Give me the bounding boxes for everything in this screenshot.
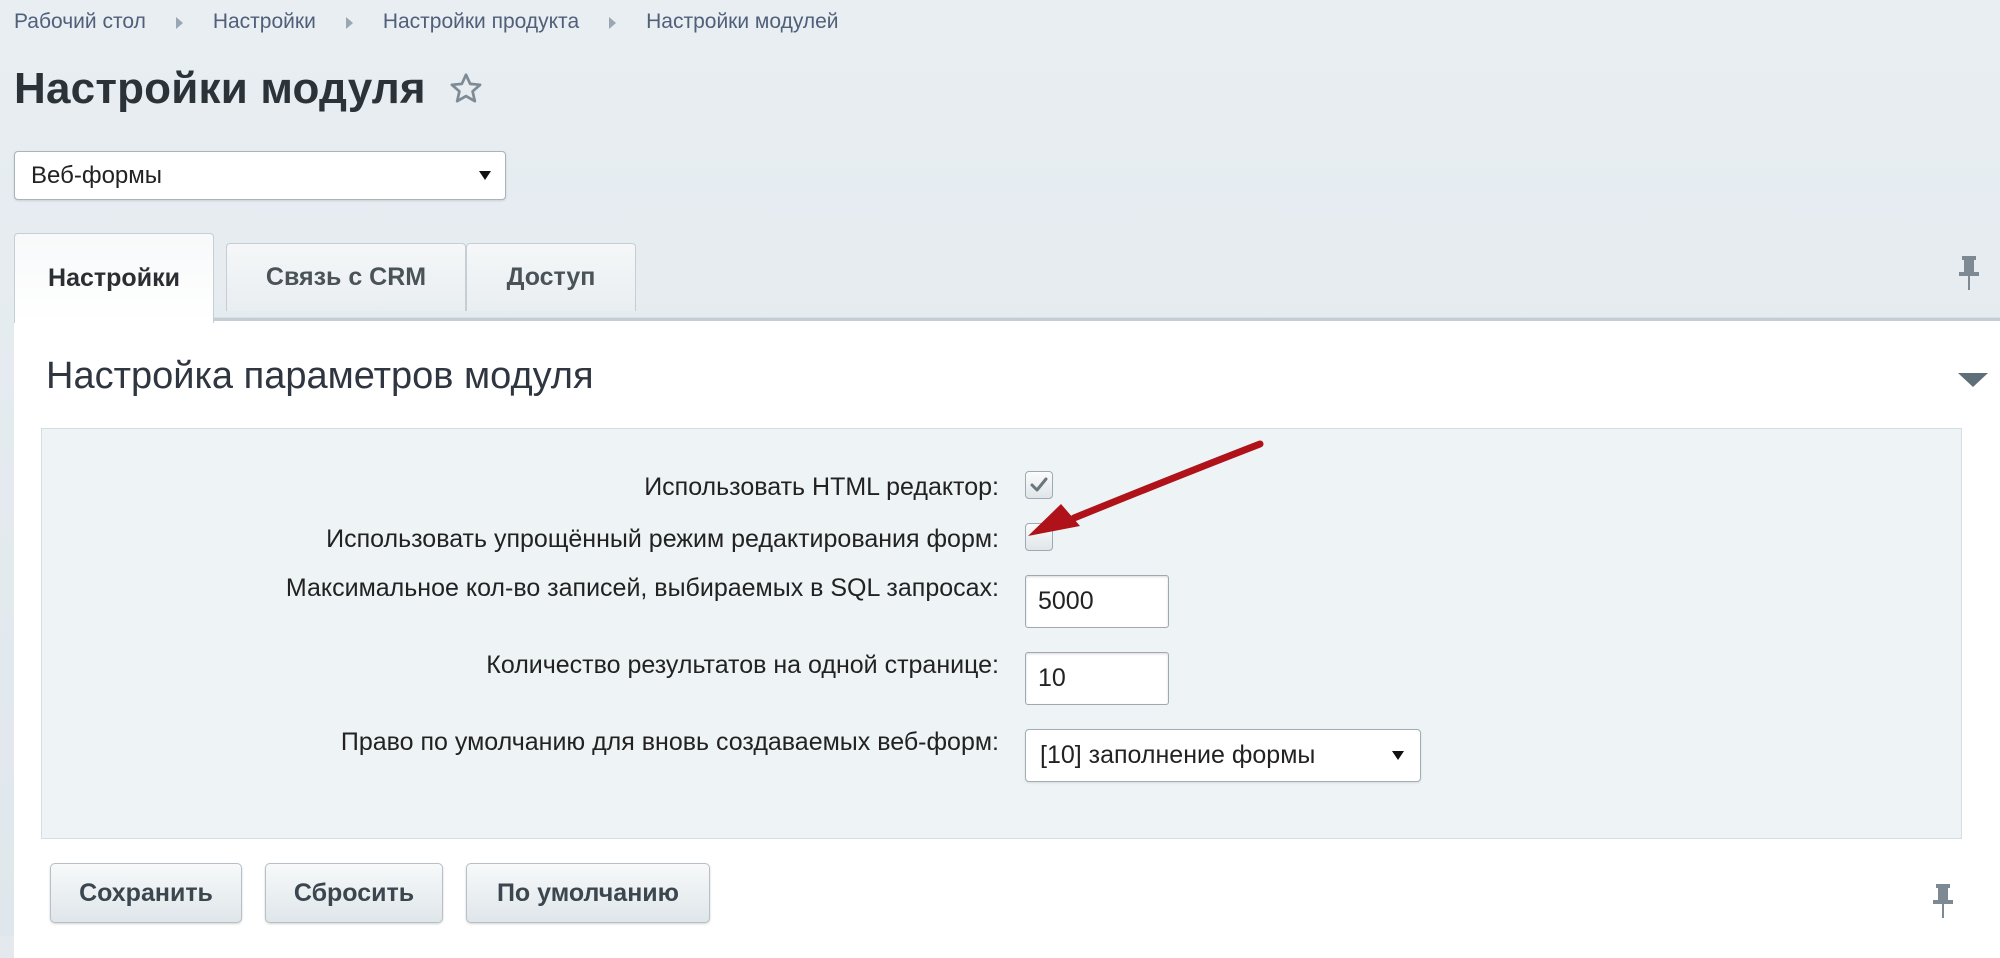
module-select[interactable]: Веб-формы xyxy=(14,151,506,200)
page-header: Настройки модуля xyxy=(14,64,484,114)
max-records-label: Максимальное кол-во записей, выбираемых … xyxy=(285,574,999,602)
results-per-page-label: Количество результатов на одной странице… xyxy=(486,651,999,679)
collapse-triangle-icon[interactable] xyxy=(1956,369,1990,391)
breadcrumb-product-settings[interactable]: Настройки продукта xyxy=(383,10,579,34)
breadcrumb-settings[interactable]: Настройки xyxy=(213,10,316,34)
simple-mode-checkbox[interactable] xyxy=(1025,523,1053,551)
settings-panel: Настройка параметров модуля Использовать… xyxy=(14,318,2000,958)
default-right-select[interactable]: [10] заполнение формы xyxy=(1025,729,1421,782)
use-html-editor-checkbox[interactable] xyxy=(1025,471,1053,499)
checkmark-icon xyxy=(1030,477,1048,492)
max-records-input[interactable] xyxy=(1025,575,1169,628)
default-right-select-value: [10] заполнение формы xyxy=(1040,741,1316,769)
chevron-down-icon xyxy=(1392,751,1404,760)
default-button[interactable]: По умолчанию xyxy=(466,863,710,923)
tab-settings[interactable]: Настройки xyxy=(14,233,214,323)
breadcrumb-separator-icon xyxy=(609,17,617,29)
default-right-label: Право по умолчанию для вновь создаваемых… xyxy=(340,728,999,756)
breadcrumb-separator-icon xyxy=(175,17,183,29)
star-icon[interactable] xyxy=(448,71,484,107)
pin-icon[interactable] xyxy=(1930,882,1956,920)
reset-button[interactable]: Сбросить xyxy=(265,863,443,923)
breadcrumb-desktop[interactable]: Рабочий стол xyxy=(14,10,146,34)
breadcrumb-separator-icon xyxy=(345,17,353,29)
pin-icon[interactable] xyxy=(1956,254,1982,292)
module-select-value: Веб-формы xyxy=(31,161,163,189)
settings-form: Использовать HTML редактор: Использовать… xyxy=(41,428,1962,839)
chevron-down-icon xyxy=(479,171,491,180)
breadcrumb-module-settings[interactable]: Настройки модулей xyxy=(646,10,838,34)
tab-crm-link[interactable]: Связь с CRM xyxy=(226,243,466,311)
save-button[interactable]: Сохранить xyxy=(50,863,242,923)
section-title: Настройка параметров модуля xyxy=(46,355,594,397)
breadcrumb: Рабочий стол Настройки Настройки продукт… xyxy=(14,10,839,34)
page-title: Настройки модуля xyxy=(14,64,426,113)
use-html-editor-label: Использовать HTML редактор: xyxy=(644,473,999,501)
simple-mode-label: Использовать упрощённый режим редактиров… xyxy=(326,525,999,553)
tab-access[interactable]: Доступ xyxy=(466,243,636,311)
results-per-page-input[interactable] xyxy=(1025,652,1169,705)
